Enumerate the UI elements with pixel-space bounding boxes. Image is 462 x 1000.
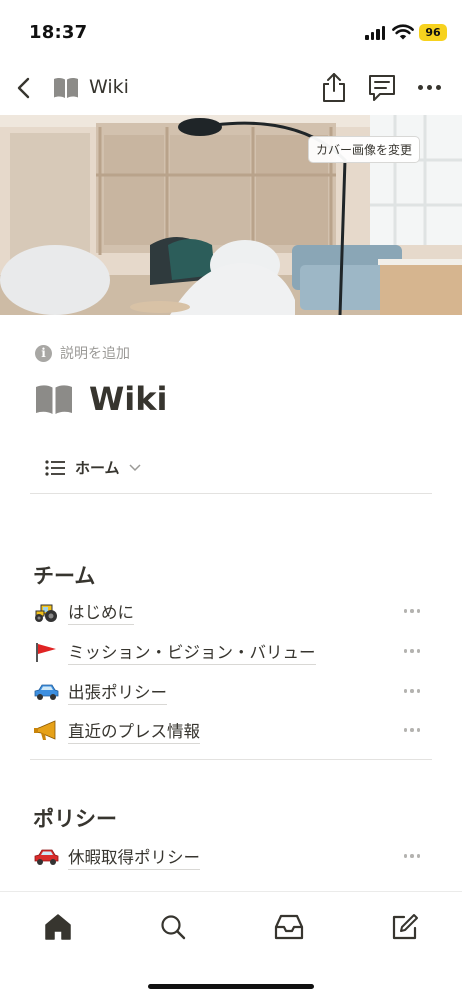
section-title-team: チーム	[33, 564, 96, 588]
section-title-policy: ポリシー	[33, 807, 117, 831]
blue-car-icon	[33, 681, 59, 703]
cellular-signal-icon	[365, 26, 385, 40]
list-item[interactable]: 直近のプレス情報	[33, 716, 428, 746]
list-item[interactable]: はじめに	[33, 597, 428, 627]
inbox-icon[interactable]	[272, 910, 306, 944]
home-icon[interactable]	[41, 910, 75, 944]
cover-image: カバー画像を変更	[0, 115, 462, 315]
navigation-bar: Wiki	[0, 62, 462, 114]
view-selector[interactable]: ホーム	[45, 457, 141, 478]
wifi-icon	[392, 24, 414, 40]
megaphone-icon	[33, 720, 59, 742]
list-item-label: ミッション・ビジョン・バリュー	[68, 639, 316, 665]
list-item[interactable]: ミッション・ビジョン・バリュー	[33, 637, 428, 667]
list-item-label: はじめに	[68, 599, 134, 625]
status-bar: 18:37 96	[0, 0, 462, 62]
more-icon[interactable]	[418, 85, 441, 90]
info-icon: i	[35, 344, 52, 362]
book-icon	[54, 78, 78, 98]
page-title[interactable]: Wiki	[35, 380, 168, 418]
list-item[interactable]: 出張ポリシー	[33, 677, 428, 707]
book-icon[interactable]	[35, 382, 73, 416]
comment-icon[interactable]	[367, 73, 397, 103]
page-title-text[interactable]: Wiki	[89, 380, 168, 418]
list-item-label: 出張ポリシー	[68, 679, 167, 705]
back-icon[interactable]	[14, 75, 36, 101]
change-cover-button[interactable]: カバー画像を変更	[307, 136, 420, 163]
more-icon[interactable]	[403, 649, 420, 653]
more-icon[interactable]	[403, 728, 420, 732]
compose-icon[interactable]	[388, 910, 422, 944]
more-icon[interactable]	[403, 854, 420, 858]
red-flag-icon	[33, 641, 59, 663]
more-icon[interactable]	[403, 609, 420, 613]
list-item-label: 直近のプレス情報	[68, 718, 200, 744]
list-item[interactable]: 休暇取得ポリシー	[33, 842, 428, 872]
view-tab-label: ホーム	[75, 459, 120, 477]
add-description[interactable]: i 説明を追加	[35, 343, 130, 363]
divider	[30, 759, 432, 760]
divider	[30, 493, 432, 494]
home-indicator[interactable]	[148, 984, 314, 989]
battery-indicator: 96	[419, 24, 447, 41]
share-icon[interactable]	[320, 71, 348, 103]
add-description-label: 説明を追加	[60, 346, 130, 362]
status-time: 18:37	[29, 22, 88, 43]
red-car-icon	[33, 846, 59, 868]
nav-title[interactable]: Wiki	[89, 76, 129, 98]
chevron-down-icon	[129, 463, 141, 471]
tractor-icon	[33, 601, 59, 623]
list-item-label: 休暇取得ポリシー	[68, 844, 200, 870]
list-icon	[45, 459, 65, 476]
search-icon[interactable]	[156, 910, 190, 944]
more-icon[interactable]	[403, 689, 420, 693]
